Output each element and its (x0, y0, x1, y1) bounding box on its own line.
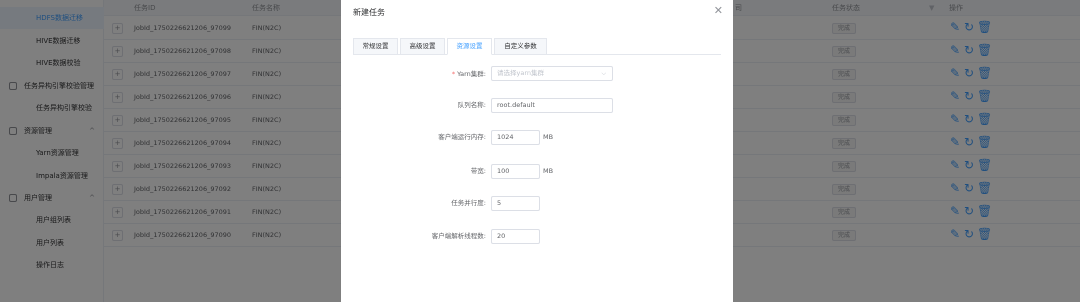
tab-resource[interactable]: 资源设置 (447, 38, 492, 55)
tab-general[interactable]: 常规设置 (353, 38, 398, 55)
queue-name-label: 队列名称: (457, 101, 486, 109)
parallelism-input[interactable]: 5 (491, 196, 540, 211)
tab-custom-params[interactable]: 自定义参数 (494, 38, 547, 55)
client-threads-input[interactable]: 20 (491, 229, 540, 244)
parallelism-label: 任务并行度: (451, 199, 486, 207)
yarn-cluster-label: * Yarn集群: (451, 70, 486, 78)
client-memory-label: 客户端运行内存: (438, 133, 486, 141)
bandwidth-unit: MB (543, 167, 554, 175)
bandwidth-input[interactable]: 100 (491, 164, 540, 179)
client-memory-input[interactable]: 1024 (491, 130, 540, 145)
bandwidth-label: 带宽: (470, 167, 486, 175)
close-icon[interactable]: ✕ (714, 4, 723, 17)
client-threads-label: 客户端解析线程数: (431, 232, 486, 240)
yarn-cluster-select[interactable]: 请选择yarn集群 ⌵ (491, 66, 613, 81)
queue-name-input[interactable]: root.default (491, 98, 613, 113)
dialog-tabs: 常规设置 高级设置 资源设置 自定义参数 (353, 38, 721, 55)
memory-unit: MB (543, 133, 554, 141)
new-task-dialog: 新建任务 ✕ 常规设置 高级设置 资源设置 自定义参数 * Yarn集群: 请选择… (341, 0, 733, 302)
chevron-down-icon: ⌵ (601, 70, 606, 77)
tab-advanced[interactable]: 高级设置 (400, 38, 445, 55)
dialog-title: 新建任务 (353, 8, 385, 17)
